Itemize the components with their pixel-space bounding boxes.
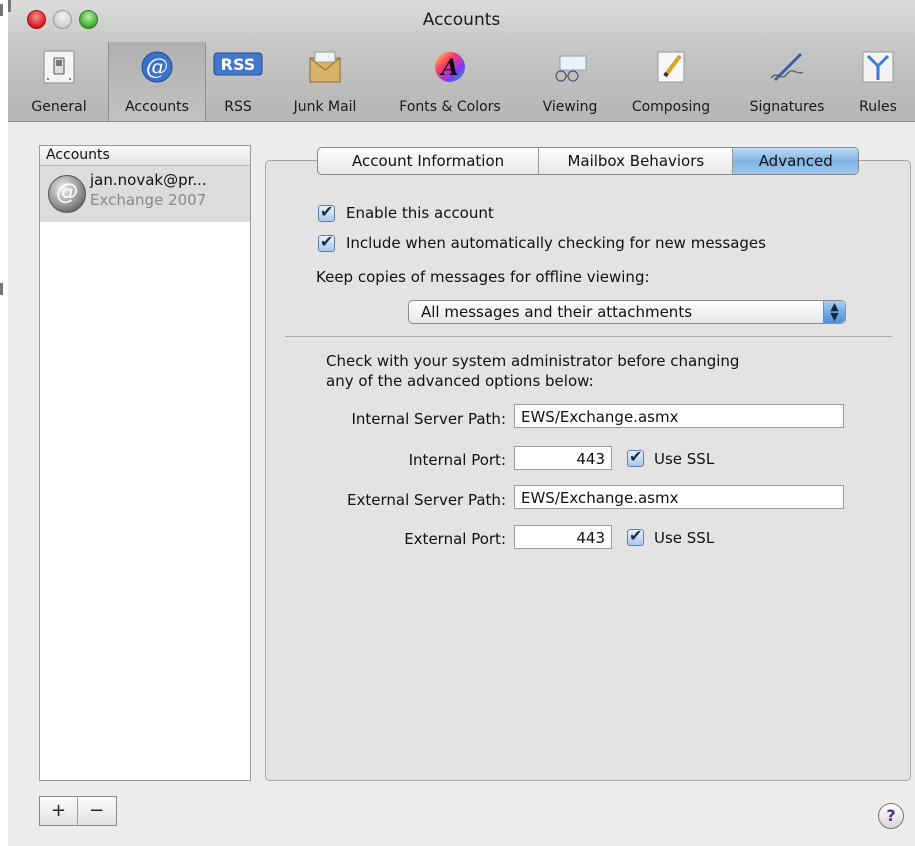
toolbar-signatures[interactable]: Signatures (734, 42, 840, 121)
account-list-item[interactable]: @ jan.novak@pr... Exchange 2007 (40, 166, 250, 222)
toolbar-accounts-label: Accounts (125, 99, 189, 115)
switch-icon (41, 50, 77, 84)
accounts-list[interactable]: Accounts @ jan.novak@pr... Exchange 2007 (39, 145, 251, 781)
add-remove-control: + − (39, 796, 117, 826)
color-wheel-icon: A (432, 50, 468, 84)
left-edge-mark-top (0, 4, 3, 16)
toolbar-rss-label: RSS (224, 99, 252, 115)
rss-icon: RSS (213, 50, 263, 84)
preferences-window: Accounts General @ Accounts RSS RSS Junk… (8, 0, 915, 846)
toolbar-composing-label: Composing (631, 99, 711, 115)
junk-mail-icon (307, 50, 343, 84)
tab-advanced[interactable]: Advanced (733, 148, 858, 174)
svg-text:RSS: RSS (221, 55, 256, 74)
toolbar-general[interactable]: General (18, 42, 100, 121)
add-account-button[interactable]: + (40, 797, 78, 825)
keep-copies-select[interactable]: All messages and their attachments ▲ ▼ (408, 300, 846, 324)
tab-mailbox-behaviors[interactable]: Mailbox Behaviors (539, 148, 734, 174)
window-edge-mark (8, 0, 11, 12)
keep-copies-value: All messages and their attachments (421, 303, 693, 321)
external-path-label: External Server Path: (347, 491, 506, 509)
internal-ssl-label: Use SSL (654, 450, 715, 468)
toolbar-junk-mail[interactable]: Junk Mail (280, 42, 370, 121)
toolbar-accounts[interactable]: @ Accounts (108, 42, 206, 121)
pen-signature-icon (769, 50, 805, 84)
internal-ssl-checkbox[interactable] (627, 447, 644, 467)
include-checking-label: Include when automatically checking for … (346, 234, 766, 252)
toolbar-rules[interactable]: Rules (848, 42, 908, 121)
admin-note-line2: any of the advanced options below: (326, 372, 594, 390)
toolbar-rss[interactable]: RSS RSS (208, 42, 268, 121)
account-type: Exchange 2007 (90, 191, 207, 209)
rules-arrows-icon (860, 50, 896, 84)
at-sign-avatar-icon: @ (48, 175, 86, 213)
tab-account-information[interactable]: Account Information (318, 148, 540, 174)
admin-note-line1: Check with your system administrator bef… (326, 352, 740, 370)
title-toolbar-area: Accounts General @ Accounts RSS RSS Junk… (8, 0, 915, 122)
toolbar-fonts-colors[interactable]: A Fonts & Colors (380, 42, 520, 121)
toolbar-junk-mail-label: Junk Mail (293, 99, 357, 115)
include-checking-checkbox[interactable] (318, 232, 335, 252)
toolbar-signatures-label: Signatures (749, 99, 825, 115)
svg-text:A: A (439, 55, 458, 81)
toolbar-general-label: General (31, 99, 87, 115)
account-email: jan.novak@pr... (90, 171, 207, 189)
pencil-icon (653, 50, 689, 84)
toolbar-fonts-colors-label: Fonts & Colors (399, 99, 501, 115)
external-path-field[interactable]: EWS/Exchange.asmx (514, 485, 844, 509)
window-title: Accounts (422, 10, 501, 30)
internal-path-field[interactable]: EWS/Exchange.asmx (514, 404, 844, 428)
at-sign-icon: @ (139, 50, 175, 84)
toolbar-rules-label: Rules (859, 99, 897, 115)
help-button[interactable]: ? (878, 803, 904, 829)
svg-text:@: @ (146, 55, 168, 80)
internal-path-label: Internal Server Path: (351, 410, 506, 428)
external-ssl-label: Use SSL (654, 529, 715, 547)
up-down-arrows-icon: ▲ ▼ (823, 301, 845, 323)
external-port-field[interactable]: 443 (514, 525, 612, 549)
left-edge-mark-middle (0, 283, 3, 295)
enable-account-checkbox[interactable] (318, 202, 335, 222)
toolbar-composing[interactable]: Composing (616, 42, 726, 121)
section-divider (285, 336, 892, 337)
glasses-icon (552, 50, 588, 84)
external-port-label: External Port: (404, 530, 506, 548)
enable-account-label: Enable this account (346, 204, 494, 222)
toolbar-viewing-label: Viewing (542, 99, 598, 115)
toolbar-viewing[interactable]: Viewing (530, 42, 610, 121)
internal-port-label: Internal Port: (408, 451, 506, 469)
external-ssl-checkbox[interactable] (627, 526, 644, 546)
preferences-toolbar: General @ Accounts RSS RSS Junk Mail A F… (8, 42, 915, 121)
internal-port-field[interactable]: 443 (514, 446, 612, 470)
keep-copies-label: Keep copies of messages for offline view… (316, 268, 650, 286)
accounts-list-header: Accounts (40, 146, 250, 166)
remove-account-button[interactable]: − (78, 797, 115, 825)
account-tabs: Account Information Mailbox Behaviors Ad… (317, 147, 859, 175)
